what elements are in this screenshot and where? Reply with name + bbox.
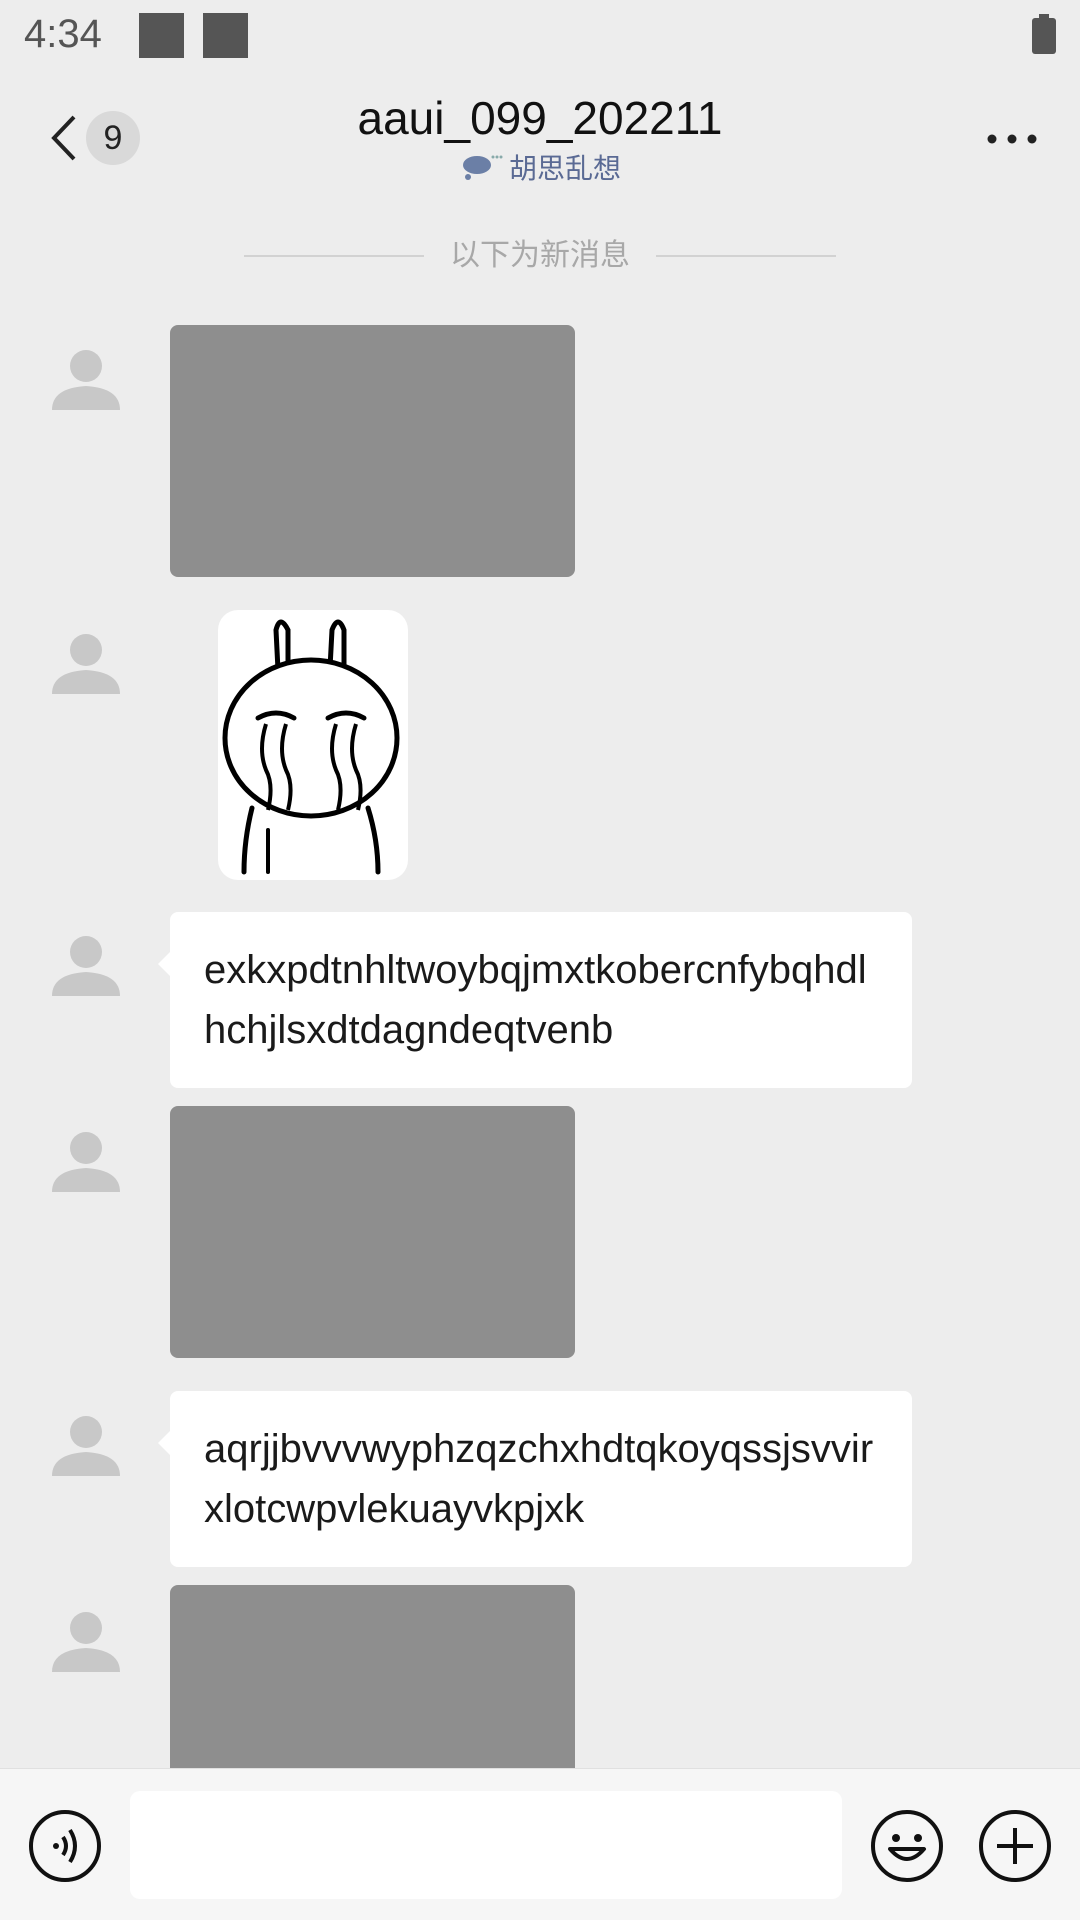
message-text: aqrjjbvvvwyphzqzchxhdtqkoyqssjsvvirxlotc… [204, 1427, 874, 1531]
more-dots-icon[interactable] [984, 119, 1040, 159]
message-text: exkxpdtnhltwoybqjmxtkobercnfybqhdlhchjls… [204, 948, 867, 1052]
image-message[interactable] [170, 325, 575, 577]
thought-bubble-icon [462, 155, 503, 180]
battery-icon [1032, 14, 1056, 54]
avatar[interactable] [46, 1404, 126, 1484]
avatar[interactable] [46, 1600, 126, 1680]
chat-title: aaui_099_202211 [357, 92, 723, 144]
avatar[interactable] [46, 338, 126, 418]
avatar[interactable] [46, 924, 126, 1004]
notification-icon [139, 13, 184, 58]
emoji-icon[interactable] [870, 1809, 944, 1883]
chat-status: 胡思乱想 [0, 147, 1080, 187]
new-messages-divider: 以下为新消息 [240, 236, 840, 276]
avatar[interactable] [46, 622, 126, 702]
input-bar [0, 1768, 1080, 1920]
divider-label: 以下为新消息 [450, 239, 630, 272]
notification-icon [203, 13, 248, 58]
status-bar: 4:34 [0, 0, 1080, 75]
crying-rabbit-sticker[interactable] [218, 610, 408, 880]
bubble-tail [158, 1431, 170, 1455]
chat-header: 9 aaui_099_202211 胡思乱想 [0, 75, 1080, 200]
image-message[interactable] [170, 1106, 575, 1358]
bubble-tail [158, 952, 170, 976]
text-message[interactable]: exkxpdtnhltwoybqjmxtkobercnfybqhdlhchjls… [158, 912, 912, 1088]
chat-screen: 4:34 9 aaui_099_202211 胡思乱想 以下为新消息 exkxp… [0, 0, 1080, 1920]
voice-icon[interactable] [28, 1809, 102, 1883]
text-message[interactable]: aqrjjbvvvwyphzqzchxhdtqkoyqssjsvvirxlotc… [158, 1391, 912, 1567]
status-time: 4:34 [24, 12, 102, 56]
plus-icon[interactable] [978, 1809, 1052, 1883]
message-input[interactable] [130, 1791, 842, 1899]
chat-status-text: 胡思乱想 [508, 153, 621, 184]
avatar[interactable] [46, 1120, 126, 1200]
